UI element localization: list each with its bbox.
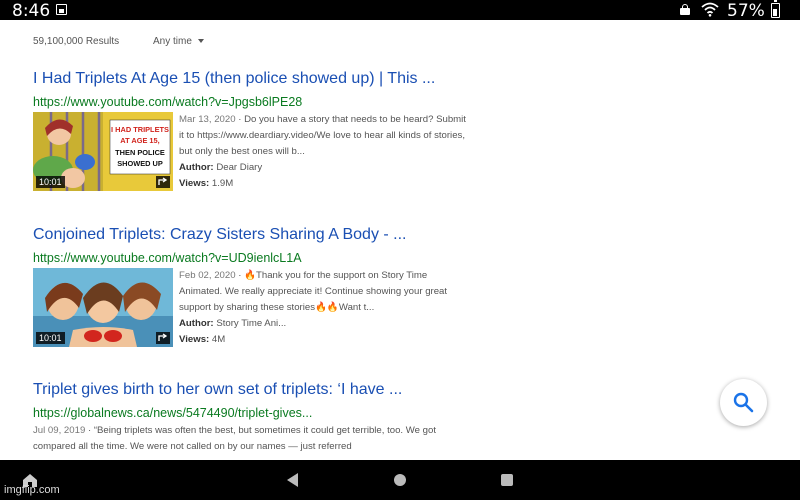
views-value: 4M [211, 334, 226, 345]
result-title-link[interactable]: Triplet gives birth to her own set of tr… [33, 381, 473, 399]
video-duration: 10:01 [36, 176, 65, 188]
author-value: Story Time Ani... [216, 318, 287, 329]
result-info: Mar 13, 2020 · Do you have a story that … [179, 112, 469, 192]
result-url-link[interactable]: https://globalnews.ca/news/5474490/tripl… [33, 406, 473, 420]
result-snippet: Feb 02, 2020 · 🔥Thank you for the suppor… [179, 270, 448, 313]
circle-home-icon[interactable] [394, 474, 406, 486]
result-info: Feb 02, 2020 · 🔥Thank you for the suppor… [179, 268, 469, 348]
result-url-link[interactable]: https://www.youtube.com/watch?v=UD9ienlc… [33, 251, 473, 265]
search-fab-button[interactable] [720, 379, 767, 426]
video-thumbnail[interactable]: 10:01 [33, 268, 173, 347]
views-label: Views: [179, 178, 210, 189]
search-result: Conjoined Triplets: Crazy Sisters Sharin… [33, 226, 473, 347]
result-views: Views: 1.9M [179, 176, 469, 192]
time-filter-label: Any time [153, 36, 192, 47]
watermark: imgflip.com [4, 484, 60, 496]
back-icon[interactable] [287, 473, 298, 487]
share-icon [156, 176, 170, 188]
status-time: 8:46 [12, 1, 51, 21]
status-bar: 8:46 57% [0, 0, 800, 22]
wifi-icon [701, 2, 719, 22]
thumb-text-2: AT AGE 15, [120, 136, 159, 145]
battery-icon [771, 0, 780, 18]
result-title-link[interactable]: I Had Triplets At Age 15 (then police sh… [33, 70, 473, 88]
result-author: Author: Story Time Ani... [179, 316, 469, 332]
result-snippet-text: “Being triplets was often the best, but … [33, 425, 436, 452]
result-snippet: Jul 09, 2019 · “Being triplets was often… [33, 425, 436, 452]
author-value: Dear Diary [216, 162, 263, 173]
result-views: Views: 4M [179, 332, 469, 348]
search-icon [733, 392, 754, 413]
result-snippet: Mar 13, 2020 · Do you have a story that … [179, 114, 466, 157]
recent-apps-icon[interactable] [501, 474, 513, 486]
notification-icon [56, 4, 67, 15]
views-value: 1.9M [211, 178, 234, 189]
result-date: Jul 09, 2019 [33, 425, 86, 436]
views-label: Views: [179, 334, 210, 345]
thumb-text-3: THEN POLICE [115, 148, 165, 157]
result-author: Author: Dear Diary [179, 160, 469, 176]
time-filter-dropdown[interactable]: Any time [153, 36, 204, 47]
share-icon [156, 332, 170, 344]
author-label: Author: [179, 162, 214, 173]
navigation-bar [0, 460, 800, 500]
video-duration: 10:01 [36, 332, 65, 344]
search-result: I Had Triplets At Age 15 (then police sh… [33, 70, 473, 191]
results-count: 59,100,000 Results [33, 36, 120, 47]
thumb-text-4: SHOWED UP [117, 159, 163, 168]
chevron-down-icon [197, 39, 204, 44]
result-title-link[interactable]: Conjoined Triplets: Crazy Sisters Sharin… [33, 226, 473, 244]
result-date: Mar 13, 2020 [179, 114, 236, 125]
thumb-text-1: I HAD TRIPLETS [111, 125, 169, 134]
result-url-link[interactable]: https://www.youtube.com/watch?v=Jpgsb6lP… [33, 95, 473, 109]
search-result: Triplet gives birth to her own set of tr… [33, 381, 473, 452]
lock-icon [680, 4, 690, 15]
result-date: Feb 02, 2020 [179, 270, 236, 281]
author-label: Author: [179, 318, 214, 329]
battery-level: 57% [727, 1, 765, 21]
video-thumbnail[interactable]: I HAD TRIPLETS AT AGE 15, THEN POLICE SH… [33, 112, 173, 191]
